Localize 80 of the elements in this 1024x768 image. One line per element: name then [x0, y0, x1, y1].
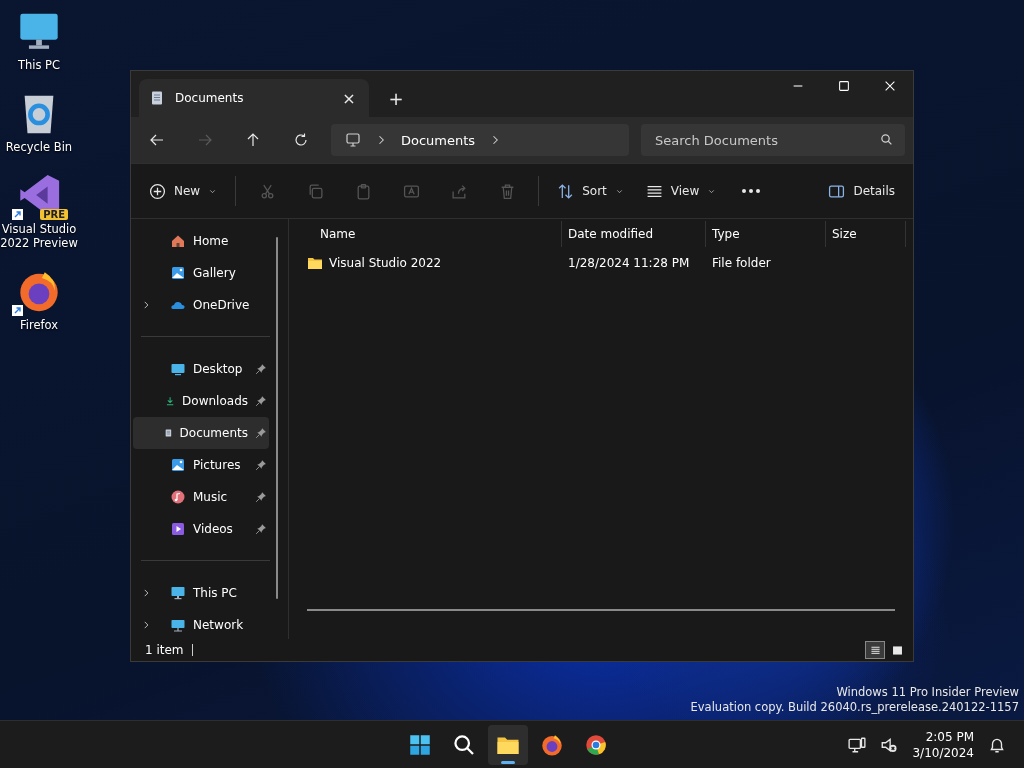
- scrollbar[interactable]: [307, 609, 895, 611]
- table-cell: 1/28/2024 11:28 PM: [568, 256, 690, 270]
- plus-circle-icon: [149, 182, 166, 200]
- monitor-icon: [170, 585, 186, 601]
- chrome-icon: [584, 733, 608, 757]
- navigation-item[interactable]: Pictures: [133, 449, 269, 481]
- navigation-item[interactable]: Network: [133, 609, 269, 639]
- pin-icon: [255, 395, 267, 407]
- tiles-view-icon: [890, 643, 904, 657]
- document-icon: [149, 90, 165, 106]
- column-header[interactable]: Name: [289, 221, 562, 247]
- file-row[interactable]: Visual Studio 2022 1/28/2024 11:28 PM File folder: [289, 247, 913, 279]
- item-count: 1 item: [145, 644, 193, 656]
- scrollbar[interactable]: [276, 237, 278, 599]
- navigation-item[interactable]: OneDrive: [133, 289, 269, 321]
- chevron-right-icon: [141, 300, 151, 310]
- firefox-icon: [540, 733, 564, 757]
- preview-badge: PRE: [40, 209, 68, 220]
- search-icon: [880, 133, 893, 146]
- network-icon: [170, 617, 186, 633]
- search-field[interactable]: Search Documents: [641, 124, 905, 156]
- address-bar[interactable]: Documents: [331, 124, 629, 156]
- details-button[interactable]: Details: [820, 174, 903, 208]
- navigation-item[interactable]: Desktop: [133, 353, 269, 385]
- pictures-icon: [170, 457, 186, 473]
- pin-icon: [255, 459, 267, 471]
- pin-icon: [255, 427, 267, 439]
- search-icon: [452, 733, 476, 757]
- desktop-shortcut[interactable]: PRE Visual Studio 2022 Preview: [0, 172, 78, 250]
- sort-icon: [557, 182, 575, 200]
- navigation-item[interactable]: This PC: [133, 577, 269, 609]
- navigation-item[interactable]: Downloads: [133, 385, 269, 417]
- build-watermark: Windows 11 Pro Insider Preview: [836, 685, 1019, 700]
- pin-icon: [255, 491, 267, 503]
- pin-icon: [255, 523, 267, 535]
- folder-icon: [307, 255, 323, 271]
- toolbar-button[interactable]: View: [637, 174, 725, 208]
- maximize-icon: [837, 79, 851, 93]
- desktop-icon: [170, 361, 186, 377]
- forward-arrow-icon: [197, 132, 213, 148]
- home-icon: [170, 233, 186, 249]
- column-header[interactable]: Type: [706, 221, 826, 247]
- computer-icon: [345, 132, 361, 148]
- build-watermark: Evaluation copy. Build 26040.rs_prerelease.240122-1157: [690, 700, 1019, 715]
- table-cell: File folder: [712, 256, 771, 270]
- navigation-item[interactable]: Home: [133, 225, 269, 257]
- share-icon: [450, 182, 468, 200]
- file-name: Visual Studio 2022: [329, 256, 442, 270]
- close-tab-button[interactable]: ×: [339, 88, 359, 108]
- up-arrow-icon: [245, 132, 261, 148]
- desktop-shortcut[interactable]: This PC: [0, 8, 78, 72]
- gallery-icon: [170, 265, 186, 281]
- back-arrow-icon: [149, 132, 165, 148]
- toolbar-button[interactable]: New: [141, 174, 226, 208]
- tab[interactable]: Documents ×: [139, 79, 369, 117]
- column-header[interactable]: Size: [826, 221, 906, 247]
- column-header[interactable]: Date modified: [562, 221, 706, 247]
- breadcrumb[interactable]: Documents: [401, 132, 476, 148]
- navigation-item[interactable]: Videos: [133, 513, 269, 545]
- close-icon: [883, 79, 897, 93]
- navigation-item[interactable]: Gallery: [133, 257, 269, 289]
- clock-time[interactable]: 2:05 PM: [925, 728, 974, 745]
- windows-logo-icon: [408, 733, 432, 757]
- desktop-shortcut[interactable]: Firefox: [0, 268, 78, 332]
- toolbar-button[interactable]: Sort: [549, 174, 632, 208]
- video-icon: [170, 521, 186, 537]
- chevron-right-icon: [141, 620, 151, 630]
- new-tab-button[interactable]: +: [381, 83, 411, 113]
- desktop-shortcut[interactable]: Recycle Bin: [0, 90, 78, 154]
- music-icon: [170, 489, 186, 505]
- refresh-icon: [293, 132, 309, 148]
- details-view-button[interactable]: [865, 641, 885, 659]
- pin-icon: [255, 363, 267, 375]
- muted-speaker-icon: [880, 735, 899, 754]
- taskbar-app-button[interactable]: [488, 725, 528, 765]
- network-status-icon: [848, 735, 867, 754]
- clock-date[interactable]: 3/10/2024: [912, 744, 974, 761]
- chevron-right-icon: [141, 588, 151, 598]
- navigation-item[interactable]: Documents: [133, 417, 269, 449]
- navigation-item[interactable]: Music: [133, 481, 269, 513]
